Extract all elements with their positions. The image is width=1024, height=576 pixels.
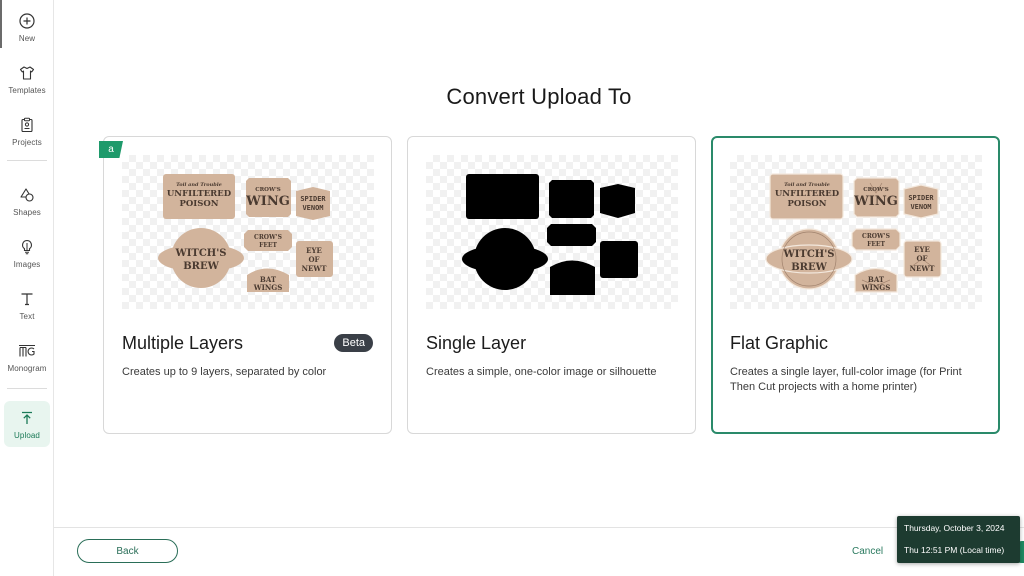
corner-tag: a — [99, 141, 123, 158]
sidebar-item-projects[interactable]: Projects — [4, 108, 50, 154]
label-text: WINGS — [253, 283, 283, 292]
label-text: CROW'S — [254, 234, 282, 241]
silhouette-poison — [466, 174, 539, 219]
silhouette-spider — [600, 184, 635, 218]
label-text: VENOM — [910, 203, 931, 211]
tooltip-date: Thursday, October 3, 2024 — [904, 523, 1005, 533]
preview-image-flat-graphic: Toil and Trouble UNFILTERED POISON CROW'… — [730, 155, 982, 309]
label-text: UNFILTERED — [775, 189, 840, 199]
window-edge — [0, 0, 2, 48]
cancel-button[interactable]: Cancel — [852, 546, 883, 557]
corner-tag-text: a — [108, 144, 114, 155]
label-text: NEWT — [910, 264, 936, 273]
sidebar-item-upload[interactable]: Upload — [4, 401, 50, 447]
label-text: VENOM — [302, 204, 323, 212]
label-text: CROW'S — [863, 187, 889, 193]
label-text: OF — [916, 254, 927, 263]
label-text: SPIDER — [300, 195, 326, 203]
label-text: OF — [308, 255, 319, 264]
silhouette-witch-band — [462, 245, 548, 273]
label-text: EYE — [914, 245, 930, 254]
option-title: Flat Graphic — [730, 333, 829, 353]
label-text: CROW'S — [862, 233, 890, 240]
option-card-flat-graphic[interactable]: Toil and Trouble UNFILTERED POISON CROW'… — [711, 136, 1000, 434]
sidebar-item-label: Monogram — [7, 363, 47, 373]
sidebar-item-monogram[interactable]: Monogram — [4, 334, 50, 380]
label-text: EYE — [306, 246, 322, 255]
label-text: WING — [853, 194, 898, 209]
preview-image-single-layer — [426, 155, 678, 309]
sidebar-divider — [7, 388, 47, 389]
sidebar-item-label: Shapes — [13, 207, 41, 217]
back-button[interactable]: Back — [77, 539, 178, 563]
sidebar-item-label: Text — [19, 311, 35, 321]
sidebar-divider — [7, 160, 47, 161]
clipboard-icon — [18, 116, 36, 134]
label-text: POISON — [787, 199, 826, 209]
label-text: BREW — [791, 262, 827, 273]
label-text: WING — [245, 194, 290, 209]
app-window: New Templates Projects Shapes Images Tex… — [0, 0, 1024, 576]
label-text: WITCH'S — [174, 248, 226, 259]
monogram-icon — [18, 342, 36, 360]
sidebar-item-label: Templates — [8, 85, 46, 95]
label-text: UNFILTERED — [167, 189, 232, 199]
sidebar-item-label: Upload — [14, 430, 40, 440]
option-card-single-layer[interactable]: Single Layer Creates a simple, one-color… — [407, 136, 696, 434]
plus-circle-icon — [18, 12, 36, 30]
silhouette-shapes — [462, 174, 638, 295]
sidebar: New Templates Projects Shapes Images Tex… — [0, 0, 54, 576]
sidebar-item-text[interactable]: Text — [4, 282, 50, 328]
silhouette-eye — [600, 241, 638, 278]
option-description: Creates a single layer, full-color image… — [730, 366, 962, 393]
silhouette-bat — [550, 260, 595, 295]
labels-artwork-color: Toil and Trouble UNFILTERED POISON CROW'… — [158, 174, 333, 292]
silhouette-wing — [549, 180, 594, 218]
sidebar-item-images[interactable]: Images — [4, 230, 50, 276]
label-text: CROW'S — [255, 187, 281, 193]
label-text: Toil and Trouble — [176, 182, 222, 188]
option-title: Multiple Layers — [122, 333, 244, 353]
sidebar-item-label: Projects — [12, 137, 42, 147]
lightbulb-icon — [18, 238, 36, 256]
label-text: Toil and Trouble — [784, 182, 830, 188]
option-card-multiple-layers[interactable]: a Toil and Trouble UNFILTERED POISON CRO… — [99, 136, 392, 434]
tshirt-icon — [18, 64, 36, 82]
sidebar-item-shapes[interactable]: Shapes — [4, 178, 50, 224]
label-text: SPIDER — [908, 194, 934, 202]
page-title: Convert Upload To — [446, 84, 632, 109]
shapes-icon — [18, 186, 36, 204]
option-title: Single Layer — [426, 333, 527, 353]
option-description: Creates a simple, one-color image or sil… — [426, 366, 657, 378]
label-text: POISON — [179, 199, 218, 209]
label-text: FEET — [867, 241, 885, 248]
label-text: WINGS — [861, 283, 891, 292]
preview-image-multiple-layers: Toil and Trouble UNFILTERED POISON CROW'… — [122, 155, 374, 309]
sidebar-item-templates[interactable]: Templates — [4, 56, 50, 102]
option-description: Creates up to 9 layers, separated by col… — [122, 366, 327, 378]
sidebar-item-label: Images — [13, 259, 41, 269]
upload-icon — [18, 409, 36, 427]
label-text: WITCH'S — [782, 249, 834, 260]
sidebar-item-label: New — [18, 33, 36, 43]
silhouette-crows — [547, 224, 596, 246]
text-icon — [18, 290, 36, 308]
tooltip-time: Thu 12:51 PM (Local time) — [904, 545, 1005, 555]
labels-artwork-silhouette — [462, 174, 638, 295]
label-text: BREW — [183, 261, 219, 272]
label-text: FEET — [259, 242, 277, 249]
sidebar-item-new[interactable]: New — [4, 4, 50, 50]
datetime-tooltip: Thursday, October 3, 2024 Thu 12:51 PM (… — [897, 516, 1020, 563]
beta-badge: Beta — [334, 334, 373, 352]
labels-artwork-full-color: Toil and Trouble UNFILTERED POISON CROW'… — [765, 173, 942, 293]
label-text: NEWT — [302, 264, 328, 273]
footer-bar: Back Cancel — [54, 527, 1024, 576]
